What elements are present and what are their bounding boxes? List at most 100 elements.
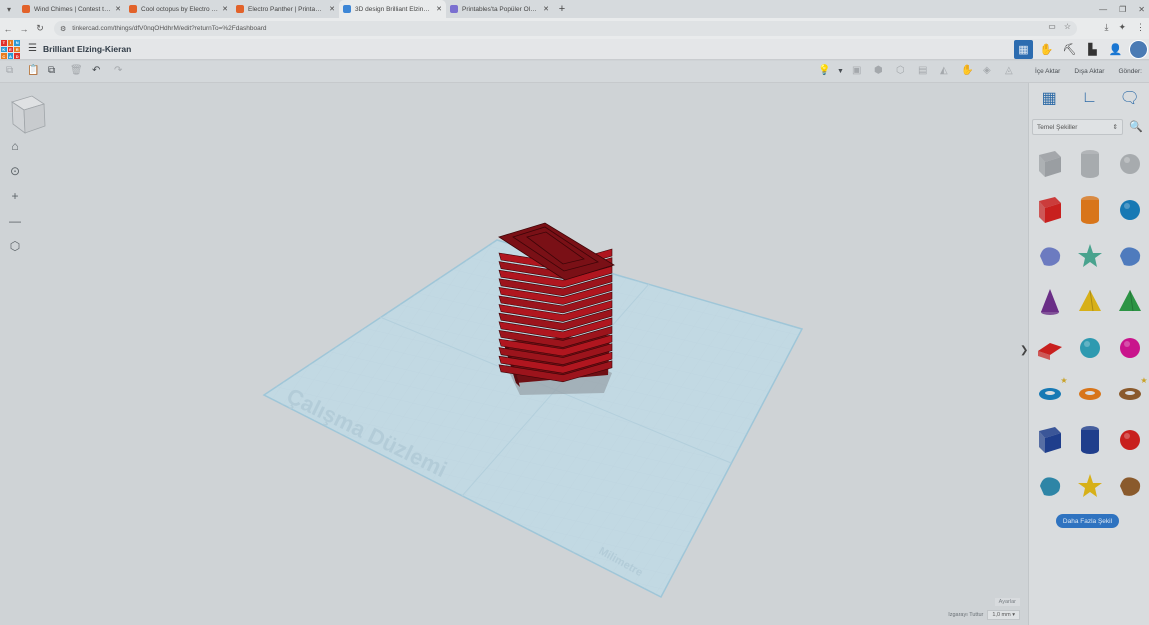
url-input[interactable]: ⚙ tinkercad.com/things/dfV0nqOHdhrM/edit… (54, 21, 1077, 36)
shape-sphere[interactable] (1110, 187, 1149, 233)
close-icon[interactable]: ✕ (115, 5, 121, 13)
avatar[interactable] (1129, 40, 1148, 59)
home-view-icon[interactable]: ⌂ (6, 137, 24, 155)
ungroup-icon[interactable]: ⬡ (896, 65, 905, 76)
show-all-icon[interactable]: ▣ (852, 65, 861, 76)
workplane-tab-icon[interactable]: ▦ (1038, 87, 1060, 109)
fit-view-icon[interactable]: ⊙ (6, 162, 24, 180)
grid-view-icon[interactable]: ▦ (1014, 40, 1033, 59)
shape-fish[interactable] (1030, 463, 1070, 509)
site-info-icon[interactable]: ⚙ (60, 25, 66, 33)
shape-paraboloid[interactable] (1110, 325, 1149, 371)
cast-icon[interactable]: ▭ (1048, 22, 1056, 31)
add-user-icon[interactable]: 👤 (1106, 40, 1125, 59)
browser-tab[interactable]: Cool octopus by Electro Panth ✕ (125, 0, 232, 18)
tab-search-icon[interactable]: ▾ (0, 0, 18, 18)
new-tab-button[interactable]: + (553, 0, 571, 18)
redo-icon[interactable]: ↷ (114, 65, 122, 76)
shape-star-graph[interactable] (1070, 233, 1110, 279)
paste-icon[interactable]: 📋 (27, 65, 39, 76)
bookmark-star-icon[interactable]: ☆ (1064, 22, 1071, 31)
send-button[interactable]: Gönder: (1118, 68, 1142, 75)
shape-cylinder-hole[interactable] (1070, 141, 1110, 187)
more-shapes-button[interactable]: Daha Fazla Şekil (1056, 514, 1119, 528)
browser-tab[interactable]: Printables'ta Popüler Olma Stra ✕ (446, 0, 553, 18)
shape-scribble[interactable] (1030, 233, 1070, 279)
minimize-icon[interactable]: — (1099, 5, 1107, 14)
scene-3d[interactable]: Çalışma Düzlemi Milimetre (0, 83, 1028, 625)
close-icon[interactable]: ✕ (222, 5, 228, 13)
shape-ring[interactable]: ★ (1110, 371, 1149, 417)
duplicate-icon[interactable]: ⧉ (48, 65, 55, 76)
notes-tab-icon[interactable]: 🗨 (1119, 87, 1141, 109)
settings-button[interactable]: Ayarlar (994, 598, 1020, 606)
shape-text-shape[interactable] (1110, 233, 1149, 279)
shape-roof[interactable] (1110, 279, 1149, 325)
shape-icosahedron[interactable] (1110, 417, 1149, 463)
reload-icon[interactable]: ↻ (32, 23, 48, 34)
export-button[interactable]: Dışa Aktar (1074, 68, 1104, 75)
shape-sphere-hole[interactable] (1110, 141, 1149, 187)
back-icon[interactable]: ← (0, 24, 16, 34)
search-icon[interactable]: 🔍 (1129, 120, 1143, 133)
perspective-icon[interactable]: ⬡ (6, 237, 24, 255)
tinkercad-logo[interactable]: TIN KER CAD (1, 40, 20, 59)
red-stacked-model[interactable] (498, 222, 615, 387)
shape-torus[interactable]: ★ (1030, 371, 1070, 417)
browser-tab-active[interactable]: 3D design Brilliant Elzing-Kiera ✕ (339, 0, 446, 18)
ruler-tab-icon[interactable]: ∟ (1078, 87, 1100, 109)
import-button[interactable]: İçe Aktar (1035, 68, 1060, 75)
shape-pyramid[interactable] (1070, 279, 1110, 325)
cruise-icon[interactable]: ✋ (961, 65, 973, 76)
shape-half-sphere[interactable] (1070, 325, 1110, 371)
shape-cylinder[interactable] (1070, 187, 1110, 233)
view-cube[interactable] (8, 93, 48, 135)
shape-cone[interactable] (1030, 279, 1070, 325)
zoom-out-icon[interactable]: — (6, 212, 24, 230)
shape-polygon[interactable] (1070, 417, 1110, 463)
mirror-icon[interactable]: ◭ (940, 65, 948, 76)
printables-icon (129, 5, 137, 13)
shape-tube[interactable] (1070, 371, 1110, 417)
chevron-down-icon[interactable]: ▼ (837, 68, 844, 75)
light-bulb-icon[interactable]: 💡 (818, 65, 830, 76)
shape-text[interactable] (1030, 325, 1070, 371)
shape-box[interactable] (1030, 187, 1070, 233)
delete-icon[interactable]: 🗑 (70, 65, 83, 76)
shapes-panel: ▦ ∟ 🗨 Temel Şekiller ⇕ 🔍 ★ ★ Daha Fazla Şe… (1028, 83, 1149, 625)
pickaxe-icon[interactable]: ⛏ (1060, 40, 1079, 59)
design-title[interactable]: Brilliant Elzing-Kieran (43, 44, 131, 54)
workspace-canvas[interactable]: Çalışma Düzlemi Milimetre ⌂ ⊙ + — ⬡ ❯ Ay… (0, 83, 1028, 625)
star-icon (1077, 474, 1102, 497)
close-icon[interactable]: ✕ (543, 5, 549, 13)
note-icon[interactable]: ◬ (1005, 65, 1013, 76)
close-icon[interactable]: ✕ (436, 5, 442, 13)
snap-grid-select[interactable]: 1,0 mm ▾ (987, 610, 1020, 620)
download-icon[interactable]: ⤓ (1104, 22, 1108, 33)
extension-icon (450, 5, 458, 13)
ruler-icon[interactable]: ◈ (983, 65, 991, 76)
undo-icon[interactable]: ↶ (92, 65, 100, 76)
bricks-icon[interactable]: ▙ (1083, 40, 1102, 59)
favorite-star-icon: ★ (1140, 376, 1148, 385)
hand-wave-icon[interactable]: ✋ (1037, 40, 1056, 59)
shape-heart[interactable] (1110, 463, 1149, 509)
browser-menu-icon[interactable]: ⋮ (1136, 22, 1145, 33)
align-icon[interactable]: ▤ (918, 65, 927, 76)
copy-icon[interactable]: ⧉ (6, 65, 13, 76)
shape-wedge-blue[interactable] (1030, 417, 1070, 463)
forward-icon[interactable]: → (16, 24, 32, 34)
group-icon[interactable]: ⬢ (874, 65, 883, 76)
maximize-icon[interactable]: ❐ (1119, 5, 1126, 14)
shape-box-hole[interactable] (1030, 141, 1070, 187)
printables-icon (236, 5, 244, 13)
browser-tab[interactable]: Electro Panther | Printables.com ✕ (232, 0, 339, 18)
shape-star[interactable] (1070, 463, 1110, 509)
shape-category-select[interactable]: Temel Şekiller ⇕ (1032, 119, 1123, 135)
hamburger-menu-icon[interactable]: ☰ (28, 43, 37, 54)
zoom-in-icon[interactable]: + (6, 187, 24, 205)
browser-tab[interactable]: Wind Chimes | Contest theme | ✕ (18, 0, 125, 18)
close-window-icon[interactable]: ✕ (1138, 5, 1145, 14)
close-icon[interactable]: ✕ (329, 5, 335, 13)
extensions-icon[interactable]: ✦ (1118, 22, 1126, 33)
